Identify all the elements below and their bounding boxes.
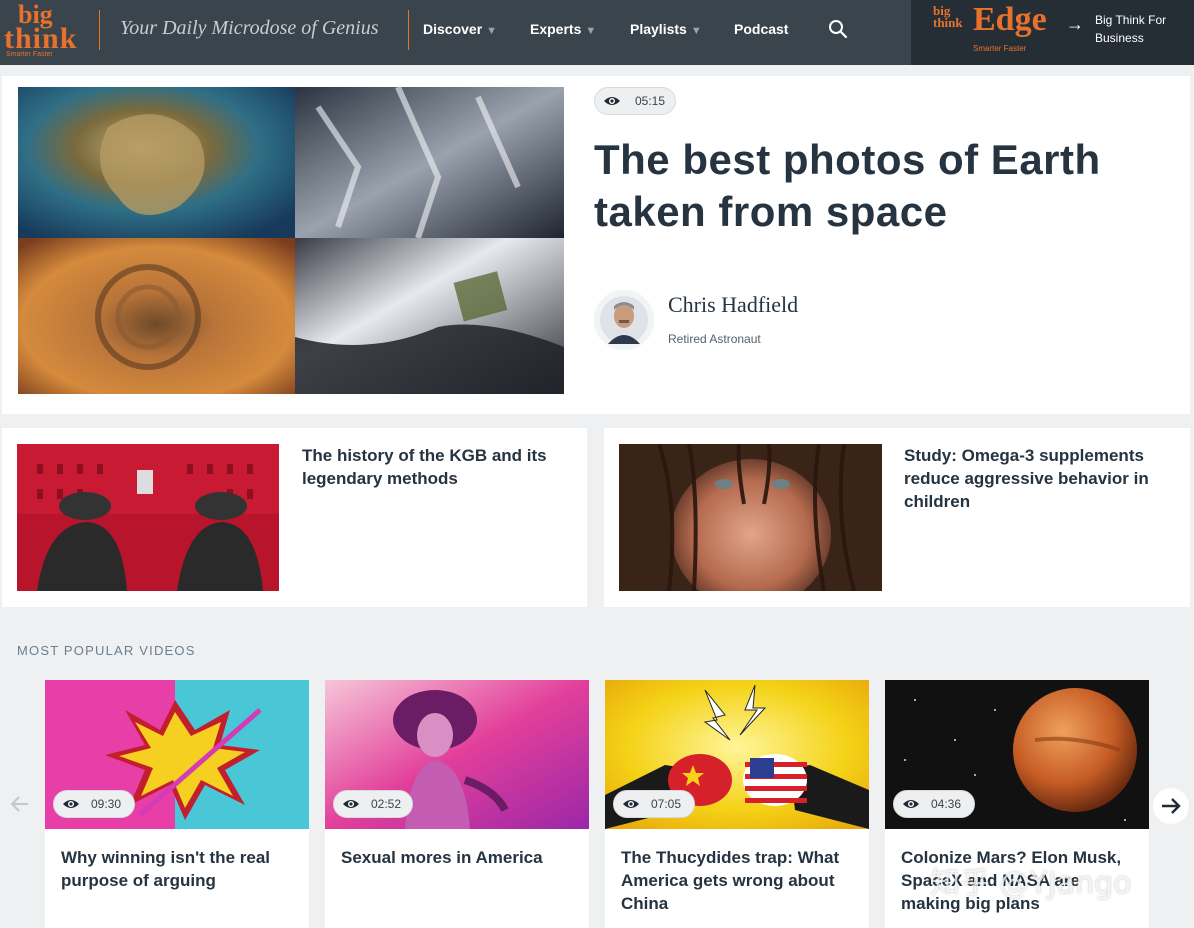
duration-text: 07:05 xyxy=(651,797,682,811)
edge-cta-link[interactable]: Big Think For Business xyxy=(1095,11,1185,47)
edge-logo-word: Edge xyxy=(973,1,1047,38)
search-icon[interactable] xyxy=(828,19,848,39)
author-name[interactable]: Chris Hadfield xyxy=(668,292,798,318)
edge-promo[interactable]: big think Edge Smarter Faster → Big Thin… xyxy=(911,0,1194,65)
chevron-down-icon: ▼ xyxy=(690,25,702,37)
video-title[interactable]: Sexual mores in America xyxy=(341,846,581,869)
carousel-next-button[interactable] xyxy=(1152,787,1190,825)
article-title[interactable]: Study: Omega-3 supplements reduce aggres… xyxy=(904,444,1174,513)
edge-logo-small: big think xyxy=(933,3,963,30)
site-tagline: Your Daily Microdose of Genius xyxy=(120,17,379,39)
edge-logo-subtitle: Smarter Faster xyxy=(973,44,1027,53)
duration-text: 09:30 xyxy=(91,797,122,811)
top-nav: big think Smarter Faster Your Daily Micr… xyxy=(0,0,1194,65)
watermark-text: 知乎 @YJango xyxy=(930,866,1132,901)
nav-divider xyxy=(99,10,100,50)
author-role: Retired Astronaut xyxy=(668,332,761,346)
nav-item-podcast[interactable]: Podcast xyxy=(734,21,788,37)
eye-icon xyxy=(604,97,620,105)
eye-icon xyxy=(63,800,79,808)
eye-icon xyxy=(343,800,359,808)
video-card[interactable]: 07:05 The Thucydides trap: What America … xyxy=(605,680,869,928)
nav-divider xyxy=(408,10,409,50)
duration-text: 02:52 xyxy=(371,797,402,811)
eye-icon xyxy=(623,800,639,808)
nav-item-discover[interactable]: Discover ▼ xyxy=(423,21,497,37)
article-card[interactable]: The history of the KGB and its legendary… xyxy=(2,428,587,607)
chevron-down-icon: ▼ xyxy=(486,25,498,37)
article-title[interactable]: The history of the KGB and its legendary… xyxy=(302,444,572,490)
duration-badge: 09:30 xyxy=(53,790,135,818)
article-image[interactable] xyxy=(619,444,882,591)
bigthink-logo[interactable]: big think Smarter Faster xyxy=(4,0,84,62)
nav-item-label: Playlists xyxy=(630,21,687,37)
duration-badge: 04:36 xyxy=(893,790,975,818)
section-heading: MOST POPULAR VIDEOS xyxy=(17,643,196,658)
article-image[interactable] xyxy=(17,444,279,591)
duration-badge: 05:15 xyxy=(594,87,676,115)
article-card[interactable]: Study: Omega-3 supplements reduce aggres… xyxy=(604,428,1190,607)
hero-feature: 05:15 The best photos of Earth taken fro… xyxy=(2,76,1190,414)
nav-item-label: Experts xyxy=(530,21,582,37)
hero-title[interactable]: The best photos of Earth taken from spac… xyxy=(594,134,1174,238)
author-avatar[interactable] xyxy=(594,290,654,350)
nav-item-label: Discover xyxy=(423,21,483,37)
carousel-prev-button[interactable] xyxy=(2,785,40,823)
logo-subtitle: Smarter Faster xyxy=(6,51,53,58)
duration-text: 04:36 xyxy=(931,797,962,811)
eye-icon xyxy=(903,800,919,808)
hero-image[interactable] xyxy=(18,87,564,394)
duration-text: 05:15 xyxy=(635,94,666,108)
video-title[interactable]: Why winning isn't the real purpose of ar… xyxy=(61,846,301,892)
nav-item-label: Podcast xyxy=(734,21,789,37)
video-card[interactable]: 09:30 Why winning isn't the real purpose… xyxy=(45,680,309,928)
nav-item-playlists[interactable]: Playlists ▼ xyxy=(630,21,702,37)
chevron-down-icon: ▼ xyxy=(585,25,597,37)
video-title[interactable]: The Thucydides trap: What America gets w… xyxy=(621,846,861,915)
duration-badge: 07:05 xyxy=(613,790,695,818)
nav-item-experts[interactable]: Experts ▼ xyxy=(530,21,596,37)
video-card[interactable]: 02:52 Sexual mores in America xyxy=(325,680,589,928)
arrow-right-icon: → xyxy=(1066,14,1084,34)
duration-badge: 02:52 xyxy=(333,790,413,818)
